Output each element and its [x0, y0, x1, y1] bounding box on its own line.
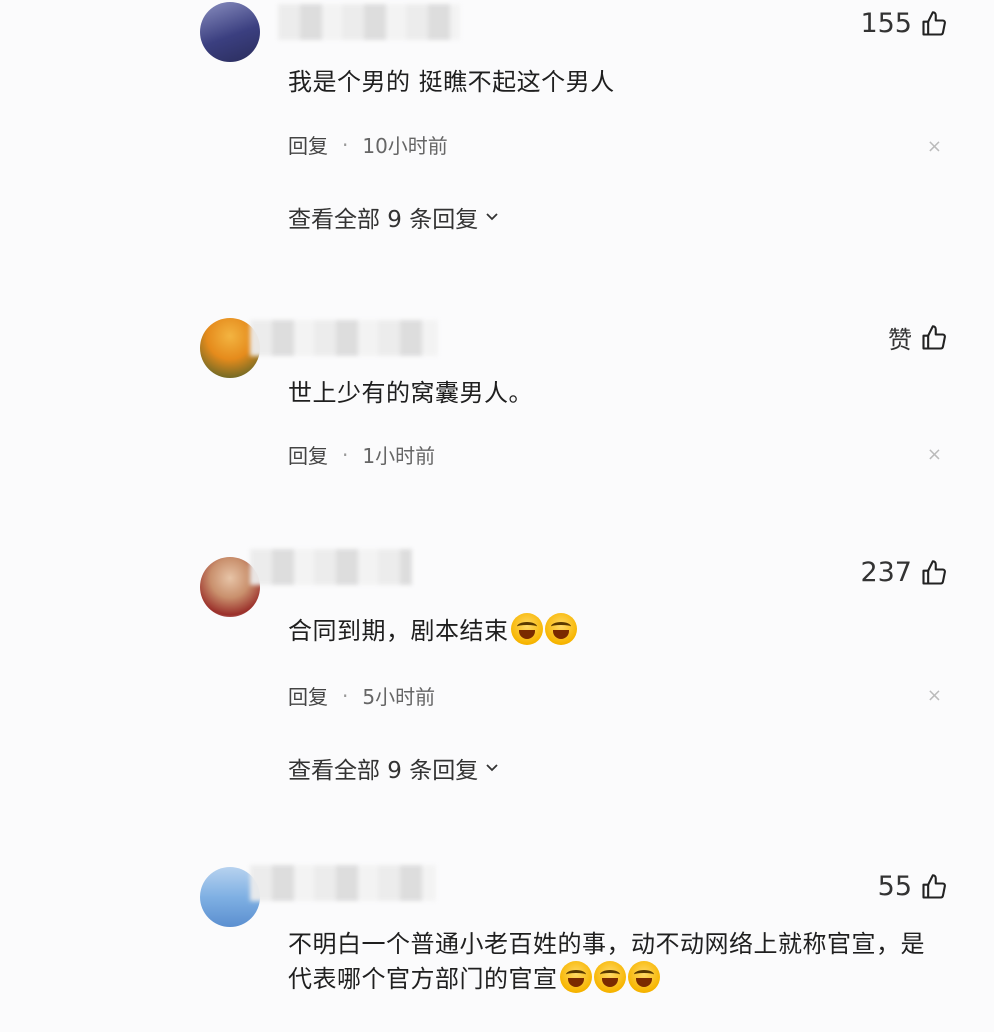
comment-item: 237 合同到期，剧本结束 回复 · 5小时前 × 查看全部 9 条回复 — [0, 545, 994, 815]
comment-item: 赞 世上少有的窝囊男人。 回复 · 1小时前 × — [0, 310, 994, 510]
like-count: 155 — [860, 8, 912, 39]
close-icon[interactable]: × — [927, 685, 942, 706]
like-button[interactable]: 155 — [860, 8, 948, 39]
like-count: 237 — [860, 557, 912, 588]
separator-dot: · — [342, 132, 349, 157]
chevron-down-icon — [484, 755, 500, 781]
comment-text: 合同到期，剧本结束 — [288, 613, 577, 648]
avatar[interactable] — [200, 2, 260, 62]
timestamp: 10小时前 — [362, 134, 448, 158]
like-button[interactable]: 55 — [878, 871, 948, 902]
laughing-tears-emoji — [559, 961, 592, 993]
thumbs-up-icon — [920, 873, 948, 901]
view-all-replies-label: 查看全部 9 条回复 — [288, 758, 479, 784]
separator-dot: · — [342, 442, 349, 467]
separator-dot: · — [342, 683, 349, 708]
like-button[interactable]: 237 — [860, 557, 948, 588]
laughing-tears-emoji — [627, 961, 660, 993]
view-all-replies-label: 查看全部 9 条回复 — [288, 207, 479, 233]
reply-button[interactable]: 回复 — [288, 681, 328, 710]
like-count: 55 — [877, 871, 912, 902]
username-blurred[interactable] — [250, 865, 436, 901]
username-blurred[interactable] — [250, 320, 438, 356]
laughing-tears-emoji — [593, 961, 626, 993]
thumbs-up-icon — [920, 559, 948, 587]
timestamp: 1小时前 — [362, 444, 436, 468]
chevron-down-icon — [484, 204, 500, 230]
comment-text: 世上少有的窝囊男人。 — [288, 379, 533, 407]
reply-button[interactable]: 回复 — [288, 130, 328, 159]
comment-meta: 回复 · 1小时前 — [288, 440, 435, 469]
laughing-tears-emoji — [510, 613, 543, 645]
thumbs-up-icon — [920, 10, 948, 38]
laughing-tears-emoji — [544, 613, 577, 645]
close-icon[interactable]: × — [927, 136, 942, 157]
comment-text: 不明白一个普通小老百姓的事，动不动网络上就称官宣，是代表哪个官方部门的官宣 — [288, 927, 948, 996]
comment-text-content: 合同到期，剧本结束 — [288, 617, 509, 645]
comment-text: 我是个男的 挺瞧不起这个男人 — [288, 68, 615, 96]
view-all-replies-button[interactable]: 查看全部 9 条回复 — [288, 200, 500, 234]
like-count: 赞 — [888, 326, 912, 354]
timestamp: 5小时前 — [362, 685, 436, 709]
username-blurred[interactable] — [250, 549, 412, 585]
comment-item: 55 不明白一个普通小老百姓的事，动不动网络上就称官宣，是代表哪个官方部门的官宣 — [0, 855, 994, 1032]
username-blurred[interactable] — [278, 4, 460, 40]
reply-button[interactable]: 回复 — [288, 440, 328, 469]
comment-meta: 回复 · 10小时前 — [288, 130, 448, 159]
view-all-replies-button[interactable]: 查看全部 9 条回复 — [288, 751, 500, 785]
thumbs-up-icon — [920, 324, 948, 352]
close-icon[interactable]: × — [927, 444, 942, 465]
like-button[interactable]: 赞 — [888, 320, 948, 355]
comment-item: 155 我是个男的 挺瞧不起这个男人 回复 · 10小时前 × 查看全部 9 条… — [0, 0, 994, 300]
comment-meta: 回复 · 5小时前 — [288, 681, 435, 710]
